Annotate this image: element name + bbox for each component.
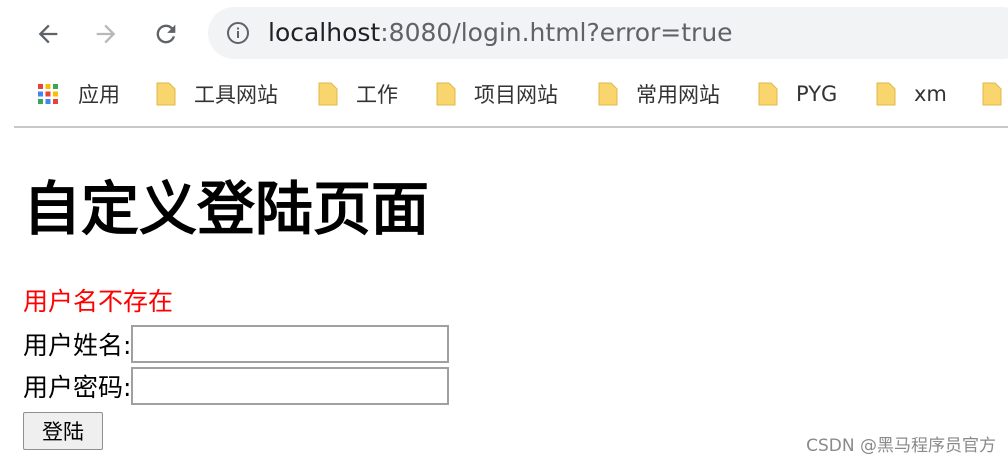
password-label: 用户密码:: [23, 373, 132, 402]
address-bar[interactable]: localhost:8080/login.html?error=true: [208, 7, 1008, 59]
bookmark-label: xm: [914, 82, 947, 106]
watermark: CSDN @黑马程序员官方: [806, 436, 996, 456]
username-input[interactable]: [131, 325, 450, 363]
bookmark-label: 工具网站: [194, 83, 278, 107]
folder-icon: [598, 82, 618, 106]
info-icon[interactable]: [226, 21, 250, 45]
error-message: 用户名不存在: [23, 287, 174, 316]
password-input[interactable]: [131, 367, 450, 405]
folder-icon: [758, 82, 778, 106]
bookmark-folder-common[interactable]: 常用网站: [598, 74, 720, 114]
bookmark-folder-work[interactable]: 工作: [318, 74, 398, 114]
login-button[interactable]: 登陆: [23, 412, 103, 450]
page-content: 自定义登陆页面 用户名不存在 用户姓名: 用户密码: 登陆 CSDN @黑马程序…: [0, 128, 1008, 461]
folder-icon: [436, 82, 456, 106]
bookmark-label: PYG: [796, 82, 838, 106]
folder-icon: [318, 82, 338, 106]
browser-toolbar: localhost:8080/login.html?error=true 应用 …: [0, 0, 1008, 128]
url-path: :8080/login.html?error=true: [380, 18, 733, 47]
back-button[interactable]: [28, 14, 68, 54]
url-host: localhost: [268, 18, 381, 47]
bookmark-folder-overflow[interactable]: [982, 74, 1002, 114]
apps-grid-icon: [38, 84, 58, 104]
forward-arrow-icon: [96, 24, 116, 44]
folder-icon: [876, 82, 896, 106]
bookmark-label: 项目网站: [474, 83, 558, 107]
bookmark-label: 应用: [78, 83, 120, 107]
folder-icon: [982, 82, 1002, 106]
bookmark-apps[interactable]: 应用: [36, 74, 120, 114]
url-text: localhost:8080/login.html?error=true: [268, 18, 733, 48]
username-row: 用户姓名:: [23, 324, 450, 364]
password-row: 用户密码:: [23, 366, 450, 406]
reload-button[interactable]: [146, 14, 186, 54]
bookmark-label: 工作: [356, 83, 398, 107]
reload-icon: [156, 24, 176, 44]
bookmark-folder-tools[interactable]: 工具网站: [156, 74, 278, 114]
forward-button[interactable]: [86, 14, 126, 54]
folder-icon: [156, 82, 176, 106]
bookmark-label: 常用网站: [636, 83, 720, 107]
bookmarks-bar: 应用 工具网站 工作 项目网站 常用网站 PYG xm: [0, 74, 1008, 114]
username-label: 用户姓名:: [23, 331, 132, 360]
page-title: 自定义登陆页面: [23, 175, 430, 243]
back-arrow-icon: [38, 24, 58, 44]
bookmark-folder-xm[interactable]: xm: [876, 74, 947, 114]
bookmark-folder-pyg[interactable]: PYG: [758, 74, 837, 114]
bookmark-folder-projects[interactable]: 项目网站: [436, 74, 558, 114]
